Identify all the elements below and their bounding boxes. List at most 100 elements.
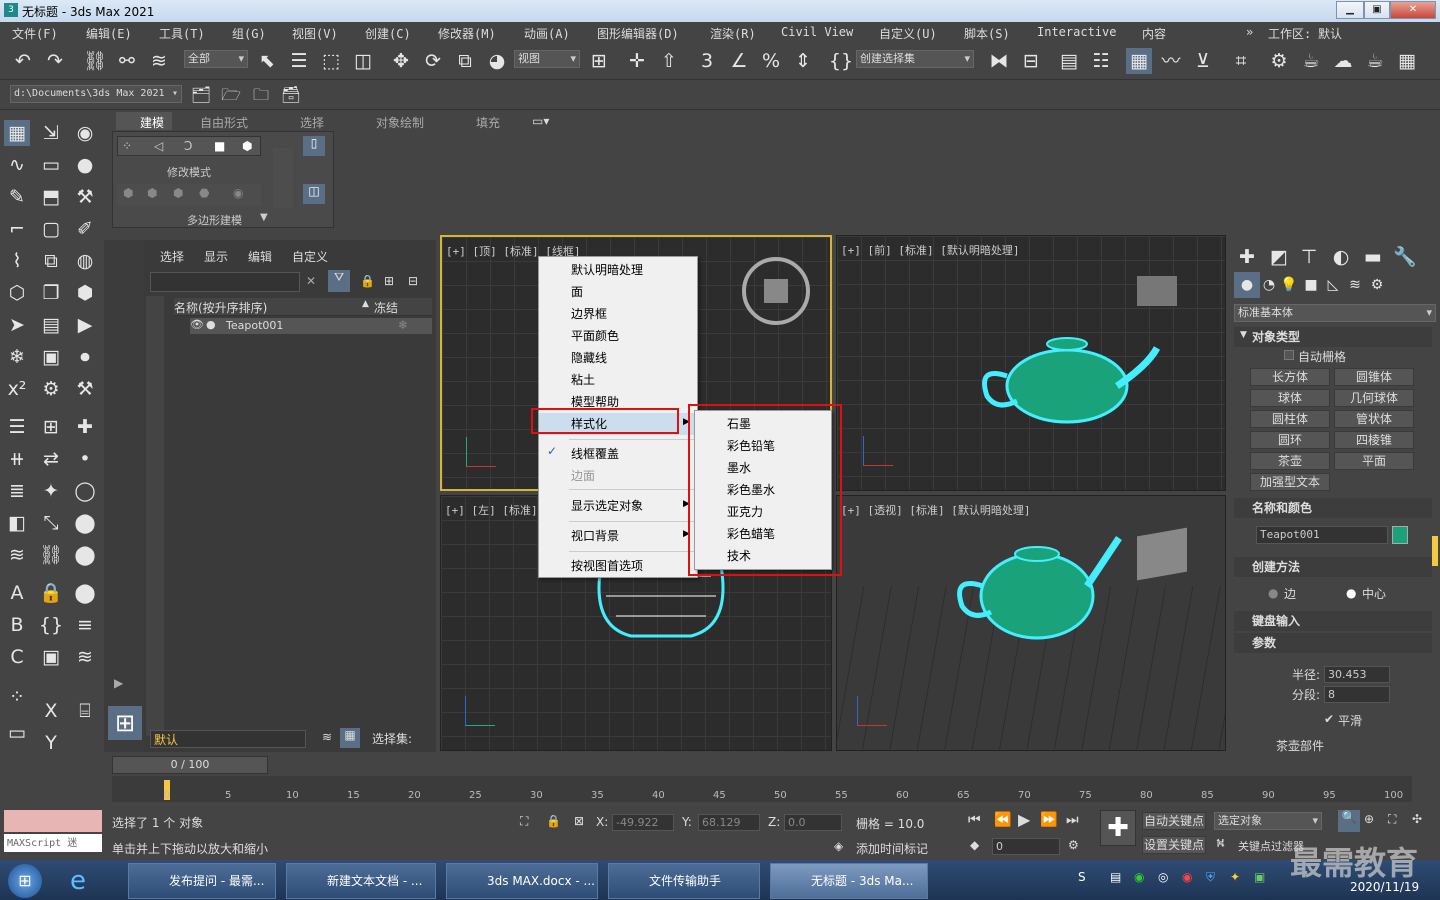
radius-input[interactable]: 30.453 xyxy=(1324,666,1390,683)
zoom-extents-all-icon[interactable]: ✣ xyxy=(1412,812,1422,826)
geosphere-button[interactable]: 几何球体 xyxy=(1334,389,1414,407)
motion-tab-icon[interactable]: ◐ xyxy=(1328,244,1354,270)
menu-item-default-shading[interactable]: 默认明暗处理 xyxy=(539,259,697,281)
ribbon-side-tools[interactable] xyxy=(273,148,293,208)
menu-item-bounding-box[interactable]: 边界框 xyxy=(539,303,697,325)
menu-graph-editors[interactable]: 图形编辑器(D) xyxy=(597,25,679,42)
section-object-type[interactable]: 对象类型 xyxy=(1234,327,1432,347)
viewport-front[interactable]: [+] [前] [标准] [默认明暗处理] xyxy=(836,235,1226,491)
autogrid-checkbox[interactable] xyxy=(1284,350,1294,360)
copy-icon[interactable]: ❐ xyxy=(38,280,64,306)
menu-item-hidden-line[interactable]: 隐藏线 xyxy=(539,347,697,369)
ribbon-options-icon[interactable]: ▭▾ xyxy=(532,114,549,128)
ribbon-tool-2-icon[interactable]: ⬢ xyxy=(147,186,157,200)
menu-content[interactable]: 内容 xyxy=(1142,25,1166,42)
display-tab-icon[interactable]: ▬ xyxy=(1360,244,1386,270)
cube-edit-icon[interactable]: ⬢ xyxy=(72,280,98,306)
ball-2-icon[interactable]: ⬤ xyxy=(72,542,98,568)
utilities-tab-icon[interactable]: 🔧 xyxy=(1392,244,1418,270)
eye-icon[interactable]: 👁 xyxy=(190,318,204,331)
menu-view[interactable]: 视图(V) xyxy=(292,25,338,42)
tab-selection[interactable]: 选择 xyxy=(300,114,324,131)
hierarchy-tab-icon[interactable]: ⊤ xyxy=(1296,244,1322,270)
close-button[interactable]: ✕ xyxy=(1390,1,1436,19)
layers-stack-icon[interactable]: ≋ xyxy=(322,730,332,744)
menu-item-flat-color[interactable]: 平面颜色 xyxy=(539,325,697,347)
viewport-front-label[interactable]: [+] [前] [标准] [默认明暗处理] xyxy=(841,242,1019,258)
menu-modifiers[interactable]: 修改器(M) xyxy=(438,25,496,42)
isolate-icon[interactable]: ⛶ xyxy=(520,814,528,829)
absolute-mode-icon[interactable]: ⊠ xyxy=(574,814,584,828)
x-coord-input[interactable]: -49.922 xyxy=(612,814,674,831)
menu-scripting[interactable]: 脚本(S) xyxy=(964,25,1010,42)
box-button[interactable]: 长方体 xyxy=(1250,368,1330,386)
start-button[interactable]: ⊞ xyxy=(8,864,42,898)
project-path-dropdown[interactable]: d:\Documents\3ds Max 2021 xyxy=(10,85,182,103)
snaps-toggle-icon[interactable]: 3 xyxy=(694,48,720,74)
cursor-arrow-icon[interactable]: ➤ xyxy=(4,312,30,338)
explorer-tab-display[interactable]: 显示 xyxy=(204,248,228,265)
ribbon-tool-5-icon[interactable]: ◉ xyxy=(233,186,243,200)
tray-network-icon[interactable]: ▤ xyxy=(1110,870,1121,884)
manipulate-icon[interactable]: ✛ xyxy=(624,48,650,74)
set-key-plus-icon[interactable]: ✚ xyxy=(1100,810,1136,846)
bind-space-warp-icon[interactable]: ≋ xyxy=(146,48,172,74)
stack-3-icon[interactable]: ≋ xyxy=(72,644,98,670)
xform-icon[interactable]: x² xyxy=(4,376,30,402)
cone-button[interactable]: 圆锥体 xyxy=(1334,368,1414,386)
keyboard-shortcut-icon[interactable]: ⇧ xyxy=(656,48,682,74)
edge-radio[interactable]: ● xyxy=(1268,586,1278,600)
section-keyboard-entry[interactable]: 键盘输入 xyxy=(1234,611,1432,631)
menu-item-wireframe-override[interactable]: 线框覆盖 xyxy=(539,443,697,465)
tray-nvidia-icon[interactable]: ▣ xyxy=(1254,870,1265,884)
prev-frame-icon[interactable]: ⏪ xyxy=(994,812,1011,828)
render-icon[interactable]: ☕ xyxy=(1362,48,1388,74)
align-icon[interactable]: ⊟ xyxy=(1018,48,1044,74)
torus-button[interactable]: 圆环 xyxy=(1250,431,1330,449)
ribbon-split-icon[interactable]: ◫ xyxy=(303,184,325,204)
col-freeze-header[interactable]: 冻结 xyxy=(374,299,398,316)
rect-selection-icon[interactable]: ⬚ xyxy=(318,48,344,74)
render-in-cloud-icon[interactable]: ▦ xyxy=(1394,48,1420,74)
tray-ime-icon[interactable]: S xyxy=(1078,870,1086,884)
clear-search-icon[interactable]: ✕ xyxy=(306,274,316,288)
time-slider[interactable]: 0 / 100 xyxy=(112,756,268,774)
time-tag-icon[interactable]: ◈ xyxy=(834,839,843,853)
edit-named-sets-icon[interactable]: {} xyxy=(828,48,854,74)
maxscript-listener[interactable] xyxy=(4,810,102,832)
maximize-button[interactable]: ▣ xyxy=(1364,1,1390,19)
select-by-name-icon[interactable]: ☰ xyxy=(286,48,312,74)
play-box-icon[interactable]: ▶ xyxy=(72,312,98,338)
collapse-icon[interactable]: ▼ xyxy=(1240,330,1247,340)
polygon-icon[interactable]: ■ xyxy=(214,139,225,153)
smooth-checkbox[interactable]: ✔ xyxy=(1324,712,1334,726)
selection-lock-icon[interactable]: 🔒 xyxy=(546,814,561,828)
list-icon[interactable]: ☰ xyxy=(4,414,30,440)
menu-item-edged-faces[interactable]: 边面 xyxy=(539,465,697,487)
zoom-extents-icon[interactable]: ⛶ xyxy=(1388,812,1396,827)
menu-group[interactable]: 组(G) xyxy=(232,25,266,42)
center-radio[interactable]: ● xyxy=(1346,586,1356,600)
viewport-perspective-label[interactable]: [+] [透视] [标准] [默认明暗处理] xyxy=(841,502,1030,518)
menu-file[interactable]: 文件(F) xyxy=(12,25,58,42)
teapot-front[interactable] xyxy=(967,326,1167,426)
ball-3-icon[interactable]: ⬤ xyxy=(72,580,98,606)
redo-icon[interactable]: ↷ xyxy=(42,48,68,74)
task-file-transfer[interactable]: 文件传输助手 xyxy=(608,863,760,899)
tree-icon[interactable]: ⊟ xyxy=(408,274,418,288)
sphere-button[interactable]: 球体 xyxy=(1250,389,1330,407)
object-color-swatch[interactable] xyxy=(1392,526,1408,544)
explorer-tab-select[interactable]: 选择 xyxy=(160,248,184,265)
maxscript-input[interactable]: MAXScript 迷 xyxy=(4,834,102,852)
task-ask-question[interactable]: 发布提问 - 最需... xyxy=(128,863,276,899)
ribbon-tool-4-icon[interactable]: ⬣ xyxy=(199,186,209,200)
bucket-icon[interactable]: ⬒ xyxy=(38,184,64,210)
rotate-icon[interactable]: ⟳ xyxy=(420,48,446,74)
stack-layers-icon[interactable]: ≋ xyxy=(4,542,30,568)
table-row[interactable]: 👁 ● Teapot001 ❄ xyxy=(190,318,432,334)
select-grid-icon[interactable]: ▦ xyxy=(4,120,30,146)
layers-icon[interactable]: ≣ xyxy=(4,478,30,504)
dope-sheet-icon[interactable]: ⊻ xyxy=(1190,48,1216,74)
tab-object-paint[interactable]: 对象绘制 xyxy=(376,114,424,131)
plane-button[interactable]: 平面 xyxy=(1334,452,1414,470)
